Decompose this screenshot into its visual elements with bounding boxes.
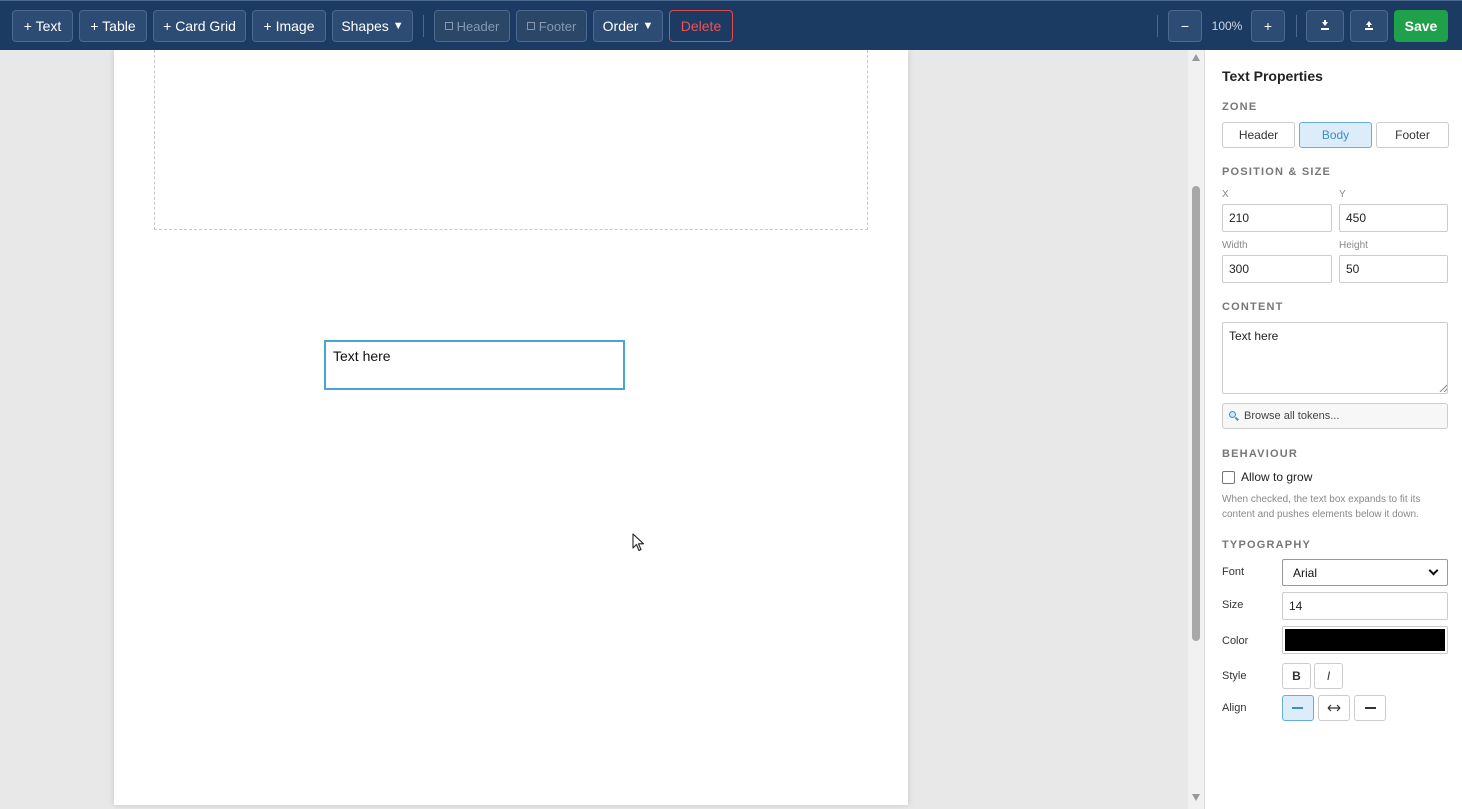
footer-toggle-button[interactable]: Footer <box>516 10 587 42</box>
shapes-label: Shapes <box>341 18 389 34</box>
color-picker[interactable] <box>1282 626 1448 654</box>
zone-section-label: ZONE <box>1222 101 1258 113</box>
behaviour-section-label: BEHAVIOUR <box>1222 448 1298 460</box>
font-select-value: Arial <box>1293 565 1318 580</box>
width-input[interactable] <box>1222 255 1332 283</box>
color-swatch-fill <box>1285 629 1445 651</box>
allow-grow-label[interactable]: Allow to grow <box>1241 470 1312 484</box>
scroll-up-arrow-icon[interactable] <box>1192 54 1200 61</box>
delete-button[interactable]: Delete <box>669 10 733 42</box>
align-label: Align <box>1222 702 1247 714</box>
canvas-scrollbar[interactable] <box>1188 50 1204 809</box>
zone-body-button[interactable]: Body <box>1299 122 1372 148</box>
chevron-down-icon <box>1428 565 1439 576</box>
properties-panel: Text Properties ZONE Header Body Footer … <box>1204 50 1462 809</box>
position-size-section-label: POSITION & SIZE <box>1222 166 1332 178</box>
size-label: Size <box>1222 599 1244 611</box>
upload-icon <box>1365 21 1373 30</box>
download-icon <box>1321 20 1329 30</box>
save-button[interactable]: Save <box>1394 10 1448 42</box>
font-select[interactable]: Arial <box>1282 559 1448 586</box>
shapes-dropdown-button[interactable]: Shapes ▼ <box>332 10 413 42</box>
footer-toggle-label: Footer <box>538 18 577 34</box>
toolbar-divider <box>423 15 424 37</box>
mouse-cursor-icon <box>632 533 645 552</box>
scroll-down-arrow-icon[interactable] <box>1192 794 1200 801</box>
align-center-button[interactable] <box>1318 695 1350 721</box>
y-input[interactable] <box>1339 204 1448 232</box>
add-image-button[interactable]: + Image <box>252 10 326 42</box>
style-label: Style <box>1222 670 1247 682</box>
width-label: Width <box>1222 240 1248 251</box>
download-button[interactable] <box>1306 10 1344 42</box>
color-label: Color <box>1222 635 1249 647</box>
order-dropdown-button[interactable]: Order ▼ <box>593 10 663 42</box>
font-label: Font <box>1222 566 1245 578</box>
zoom-in-button[interactable]: + <box>1251 10 1285 42</box>
header-zone[interactable] <box>154 50 868 230</box>
x-label: X <box>1222 189 1229 200</box>
zoom-level: 100% <box>1211 19 1243 33</box>
height-input[interactable] <box>1339 255 1448 283</box>
bold-button[interactable]: B <box>1282 663 1311 689</box>
add-table-button[interactable]: + Table <box>79 10 147 42</box>
allow-grow-checkbox[interactable] <box>1222 471 1235 484</box>
header-toggle-button[interactable]: Header <box>434 10 510 42</box>
resize-grip-icon[interactable] <box>1439 384 1447 392</box>
toolbar-divider <box>1296 15 1297 37</box>
browse-tokens-button[interactable]: Browse all tokens... <box>1222 403 1448 429</box>
scroll-thumb[interactable] <box>1192 186 1200 641</box>
align-left-icon <box>1292 707 1303 709</box>
square-icon <box>444 22 453 30</box>
align-left-button[interactable] <box>1282 695 1314 721</box>
typography-section-label: TYPOGRAPHY <box>1222 539 1312 551</box>
upload-button[interactable] <box>1350 10 1388 42</box>
y-label: Y <box>1339 189 1346 200</box>
height-label: Height <box>1339 240 1368 251</box>
document-page[interactable]: Text here <box>114 50 908 805</box>
caret-down-icon: ▼ <box>642 20 654 32</box>
font-size-input[interactable] <box>1282 592 1448 620</box>
x-input[interactable] <box>1222 204 1332 232</box>
toolbar-divider <box>1157 15 1158 37</box>
align-right-button[interactable] <box>1354 695 1386 721</box>
square-icon <box>526 22 535 30</box>
content-section-label: CONTENT <box>1222 301 1284 313</box>
allow-grow-hint: When checked, the text box expands to fi… <box>1222 494 1421 520</box>
search-icon <box>1229 411 1239 421</box>
selected-text-box[interactable]: Text here <box>324 340 625 390</box>
zone-footer-button[interactable]: Footer <box>1376 122 1449 148</box>
add-card-grid-button[interactable]: + Card Grid <box>153 10 246 42</box>
zoom-out-button[interactable]: − <box>1168 10 1202 42</box>
order-label: Order <box>602 18 639 34</box>
header-toggle-label: Header <box>456 18 500 34</box>
browse-tokens-label: Browse all tokens... <box>1244 410 1340 422</box>
zone-header-button[interactable]: Header <box>1222 122 1295 148</box>
panel-title: Text Properties <box>1222 68 1323 84</box>
add-text-button[interactable]: + Text <box>12 10 73 42</box>
italic-button[interactable]: I <box>1314 663 1343 689</box>
content-textarea[interactable]: Text here <box>1222 322 1448 394</box>
align-center-icon <box>1327 704 1341 712</box>
align-right-icon <box>1365 707 1376 709</box>
caret-down-icon: ▼ <box>392 20 404 32</box>
toolbar: + Text + Table + Card Grid + Image Shape… <box>0 0 1462 50</box>
canvas-area[interactable]: Text here <box>0 50 1188 809</box>
